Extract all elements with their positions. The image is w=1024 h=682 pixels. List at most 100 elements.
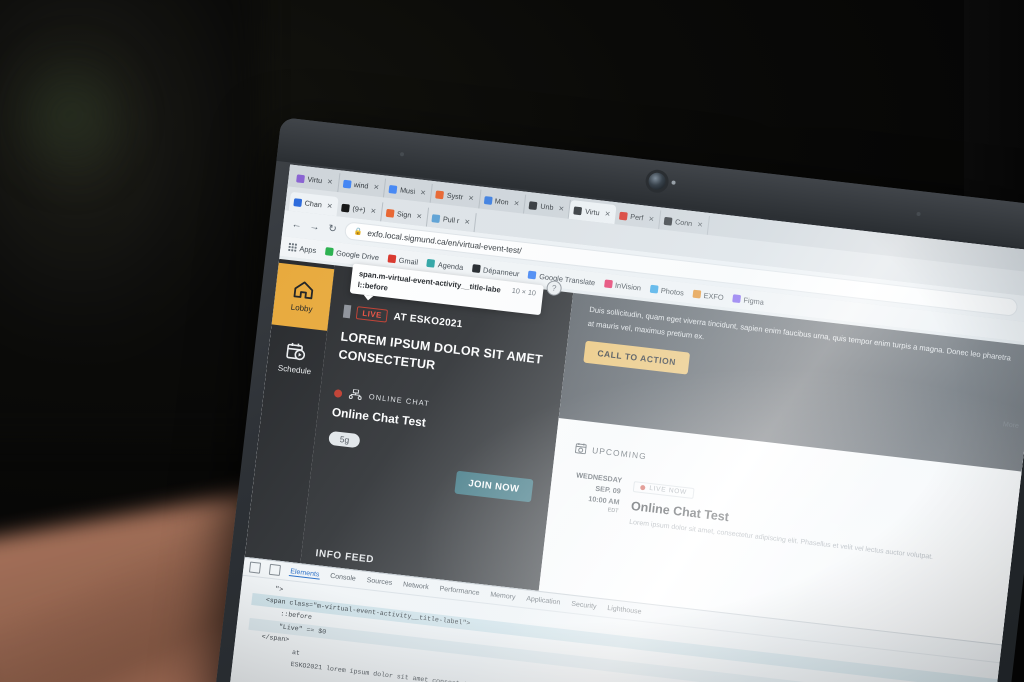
close-icon[interactable]: ✕ [370, 207, 377, 216]
tab-label: Conn [674, 217, 693, 229]
tab-favicon-icon [618, 211, 628, 221]
join-now-button[interactable]: JOIN NOW [454, 470, 534, 503]
reload-icon[interactable]: ↻ [326, 223, 338, 235]
laptop-screen: Virtu ✕ wind ✕ Musi ✕ Systr ✕ Mon ✕ Unb ✕ Virtu ✕ Perf… [224, 164, 1024, 682]
bookmark-favicon-icon [603, 279, 613, 289]
event-location-label: AT ESKO2021 [393, 311, 464, 331]
attendee-count-pill: 5g [328, 431, 361, 449]
tab-label: Pull r [442, 214, 460, 226]
inspect-element-icon[interactable] [248, 561, 262, 574]
tab-label: Mon [494, 196, 510, 207]
bookmark-favicon-icon [692, 289, 702, 299]
tab-label: (9+) [352, 203, 366, 215]
devtools-tab-console[interactable]: Console [329, 572, 357, 583]
bookmark-item[interactable]: Figma [732, 294, 765, 307]
sidebar-item-lobby[interactable]: Lobby [271, 262, 335, 331]
close-icon[interactable]: ✕ [558, 204, 565, 213]
devtools-tab-application[interactable]: Application [525, 595, 562, 607]
close-icon[interactable]: ✕ [468, 194, 475, 203]
bookmark-label: Figma [743, 295, 765, 307]
close-icon[interactable]: ✕ [697, 220, 704, 229]
devtools-tab-elements[interactable]: Elements [288, 567, 321, 580]
devtools-tab-performance[interactable]: Performance [438, 585, 481, 598]
bookmark-item[interactable]: Photos [649, 284, 685, 298]
bookmark-item[interactable]: Google Drive [324, 247, 380, 262]
close-icon[interactable]: ✕ [373, 183, 380, 192]
live-badge: LIVE [355, 306, 389, 323]
sidebar-item-label: Lobby [290, 302, 313, 314]
back-icon[interactable]: ← [291, 219, 303, 231]
tab-favicon-icon [296, 173, 306, 183]
close-icon[interactable]: ✕ [326, 201, 333, 210]
tab-favicon-icon [528, 200, 538, 210]
close-icon[interactable]: ✕ [604, 209, 611, 218]
close-icon[interactable]: ✕ [513, 199, 520, 208]
bookmark-label: Google Drive [335, 247, 380, 262]
devtools-tab-lighthouse[interactable]: Lighthouse [606, 604, 643, 616]
call-to-action-button[interactable]: CALL TO ACTION [583, 340, 691, 375]
tab-label: Virtu [307, 174, 323, 186]
devtools-tab-sources[interactable]: Sources [365, 576, 393, 587]
bookmark-item[interactable]: Apps [288, 242, 317, 255]
tab-label: wind [353, 179, 369, 191]
bookmark-label: Apps [299, 243, 317, 255]
tab-favicon-icon [435, 189, 445, 199]
activity-sidebar: span.m-virtual-event-activity__title-lab… [300, 263, 574, 591]
devtools-tab-network[interactable]: Network [402, 581, 430, 592]
bookmark-label: Photos [660, 285, 685, 298]
help-icon[interactable]: ? [545, 279, 563, 297]
main-content: Duis sollicitudin, quam eget viverra tin… [538, 292, 1024, 645]
sidebar-item-label: Schedule [277, 363, 312, 377]
bookmark-item[interactable]: InVision [603, 279, 642, 293]
online-chat-label: ONLINE CHAT [368, 392, 431, 409]
bookmark-label: EXFO [703, 290, 725, 302]
calendar-clock-icon [574, 442, 587, 455]
sidebar-item-schedule[interactable]: Schedule [264, 324, 327, 392]
close-icon[interactable]: ✕ [464, 217, 471, 226]
bookmark-item[interactable]: Gmail [387, 254, 419, 267]
bookmark-favicon-icon [426, 258, 436, 268]
devtools-tab-security[interactable]: Security [570, 600, 598, 611]
event-datetime: WEDNESDAY SEP. 09 10:00 AM EDT [565, 469, 623, 527]
tab-label: Chan [304, 198, 323, 210]
devtools-tab-memory[interactable]: Memory [489, 591, 517, 602]
bookmark-favicon-icon [387, 254, 397, 264]
tab-label: Musi [399, 185, 416, 196]
forward-icon[interactable]: → [309, 221, 321, 233]
bookmark-favicon-icon [732, 294, 742, 304]
live-dot-icon [333, 388, 343, 398]
laptop: Virtu ✕ wind ✕ Musi ✕ Systr ✕ Mon ✕ Unb ✕ Virtu ✕ Perf… [160, 58, 1024, 682]
bookmark-item[interactable]: Agenda [426, 258, 464, 272]
bookmark-label: InVision [614, 280, 642, 293]
apps-grid-icon [288, 242, 298, 252]
background-glow [10, 30, 130, 200]
bookmark-item[interactable]: Dépanneur [471, 264, 520, 278]
tab-favicon-icon [385, 208, 395, 218]
lock-icon: 🔒 [353, 228, 363, 237]
close-icon[interactable]: ✕ [648, 215, 655, 224]
close-icon[interactable]: ✕ [416, 212, 423, 221]
tab-favicon-icon [342, 179, 352, 189]
bookmark-favicon-icon [324, 247, 334, 256]
bookmark-label: Gmail [398, 255, 419, 267]
tab-label: Unb [539, 201, 554, 212]
join-row: JOIN NOW [324, 456, 537, 503]
live-now-badge: LIVE NOW [632, 481, 695, 500]
tab-favicon-icon [483, 195, 493, 205]
tab-favicon-icon [388, 184, 398, 194]
close-icon[interactable]: ✕ [420, 188, 427, 197]
tab-label: Virtu [584, 206, 601, 218]
close-icon[interactable]: ✕ [327, 177, 334, 186]
bookmark-favicon-icon [649, 284, 659, 294]
bookmark-favicon-icon [471, 264, 481, 273]
photo-of-laptop-screen: Virtu ✕ wind ✕ Musi ✕ Systr ✕ Mon ✕ Unb ✕ Virtu ✕ Perf… [0, 0, 1024, 682]
bookmark-item[interactable]: EXFO [692, 289, 724, 302]
info-feed-heading: INFO FEED [314, 548, 375, 566]
tab-favicon-icon [341, 203, 350, 213]
calendar-play-icon [286, 341, 308, 361]
tab-label: Sign [396, 209, 412, 220]
tooltip-dimensions: 10 × 10 [511, 285, 537, 298]
device-toolbar-icon[interactable] [268, 563, 281, 576]
home-icon [293, 280, 315, 300]
tab-favicon-icon [663, 216, 673, 226]
